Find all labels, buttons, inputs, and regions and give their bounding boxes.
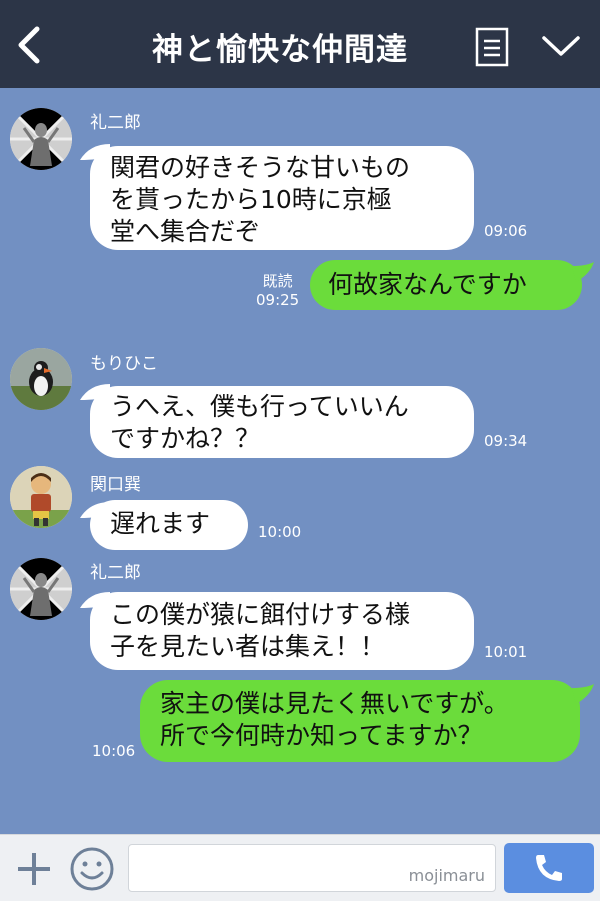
dropdown-button[interactable] bbox=[536, 26, 586, 66]
message-bubble[interactable]: この僕が猿に餌付けする様 子を見たい者は集え！！ bbox=[90, 592, 474, 670]
message-line: 遅れます bbox=[110, 509, 211, 538]
message-line: 堂へ集合だぞ bbox=[110, 217, 261, 246]
smiley-icon bbox=[70, 847, 114, 891]
message-line: ですかね？？ bbox=[110, 424, 261, 453]
emoji-button[interactable] bbox=[68, 845, 116, 893]
chat-title: 神と愉快な仲間達 bbox=[152, 32, 408, 68]
chat-area[interactable]: 礼二郎 関君の好きそうな甘いもの を貰ったから10時に京極 堂へ集合だぞ 09:… bbox=[0, 88, 600, 834]
message-time: 10:00 bbox=[258, 523, 302, 541]
message-line: を貰ったから10時に京極 bbox=[110, 185, 392, 214]
sender-name: もりひこ bbox=[90, 354, 158, 374]
message-line: 関君の好きそうな甘いもの bbox=[110, 153, 411, 182]
sender-name: 礼二郎 bbox=[90, 113, 141, 133]
message-bubble[interactable]: 関君の好きそうな甘いもの を貰ったから10時に京極 堂へ集合だぞ bbox=[90, 146, 474, 250]
read-receipt: 既読 09:25 bbox=[256, 272, 299, 310]
phone-icon bbox=[536, 855, 562, 881]
message-line: うへえ、僕も行っていいん bbox=[110, 392, 409, 421]
read-label: 既読 bbox=[262, 272, 293, 290]
bubble-tail bbox=[572, 684, 594, 704]
chevron-left-icon bbox=[18, 26, 40, 64]
watermark: mojimaru bbox=[408, 866, 485, 885]
message-line: この僕が猿に餌付けする様 bbox=[110, 600, 411, 629]
chat-header: 神と愉快な仲間達 bbox=[0, 0, 600, 88]
message-input[interactable]: mojimaru bbox=[128, 844, 496, 892]
statue-avatar-icon bbox=[10, 558, 72, 620]
statue-avatar-icon bbox=[10, 108, 72, 170]
chevron-down-icon bbox=[542, 36, 580, 56]
puffin-avatar-icon bbox=[10, 348, 72, 410]
avatar[interactable] bbox=[10, 558, 72, 620]
message-line: 子を見たい者は集え！！ bbox=[110, 632, 386, 661]
message-time: 09:06 bbox=[484, 222, 528, 240]
notes-icon bbox=[475, 27, 509, 67]
back-button[interactable] bbox=[8, 18, 52, 72]
message-line: 家主の僕は見たく無いですが。 bbox=[160, 689, 509, 718]
notes-button[interactable] bbox=[474, 27, 510, 67]
plus-icon bbox=[18, 853, 50, 885]
message-bubble[interactable]: 何故家なんですか bbox=[310, 260, 582, 310]
message-bubble[interactable]: 家主の僕は見たく無いですが。 所で今何時か知ってますか？ bbox=[140, 680, 580, 762]
figure-avatar-icon bbox=[10, 466, 72, 528]
sender-name: 関口巽 bbox=[90, 475, 141, 495]
call-button[interactable] bbox=[504, 843, 594, 893]
message-line: 何故家なんですか bbox=[328, 270, 527, 299]
message-bubble[interactable]: 遅れます bbox=[90, 500, 248, 550]
bubble-tail bbox=[572, 262, 594, 282]
message-line: 所で今何時か知ってますか？ bbox=[160, 721, 483, 750]
avatar[interactable] bbox=[10, 466, 72, 528]
avatar[interactable] bbox=[10, 108, 72, 170]
sender-name: 礼二郎 bbox=[90, 563, 141, 583]
input-bar: mojimaru bbox=[0, 834, 600, 901]
attach-button[interactable] bbox=[12, 847, 56, 891]
message-bubble[interactable]: うへえ、僕も行っていいん ですかね？？ bbox=[90, 386, 474, 458]
message-time: 10:01 bbox=[484, 643, 528, 661]
message-time: 10:06 bbox=[92, 742, 136, 760]
message-time: 09:34 bbox=[484, 432, 528, 450]
avatar[interactable] bbox=[10, 348, 72, 410]
message-time: 09:25 bbox=[256, 291, 300, 309]
